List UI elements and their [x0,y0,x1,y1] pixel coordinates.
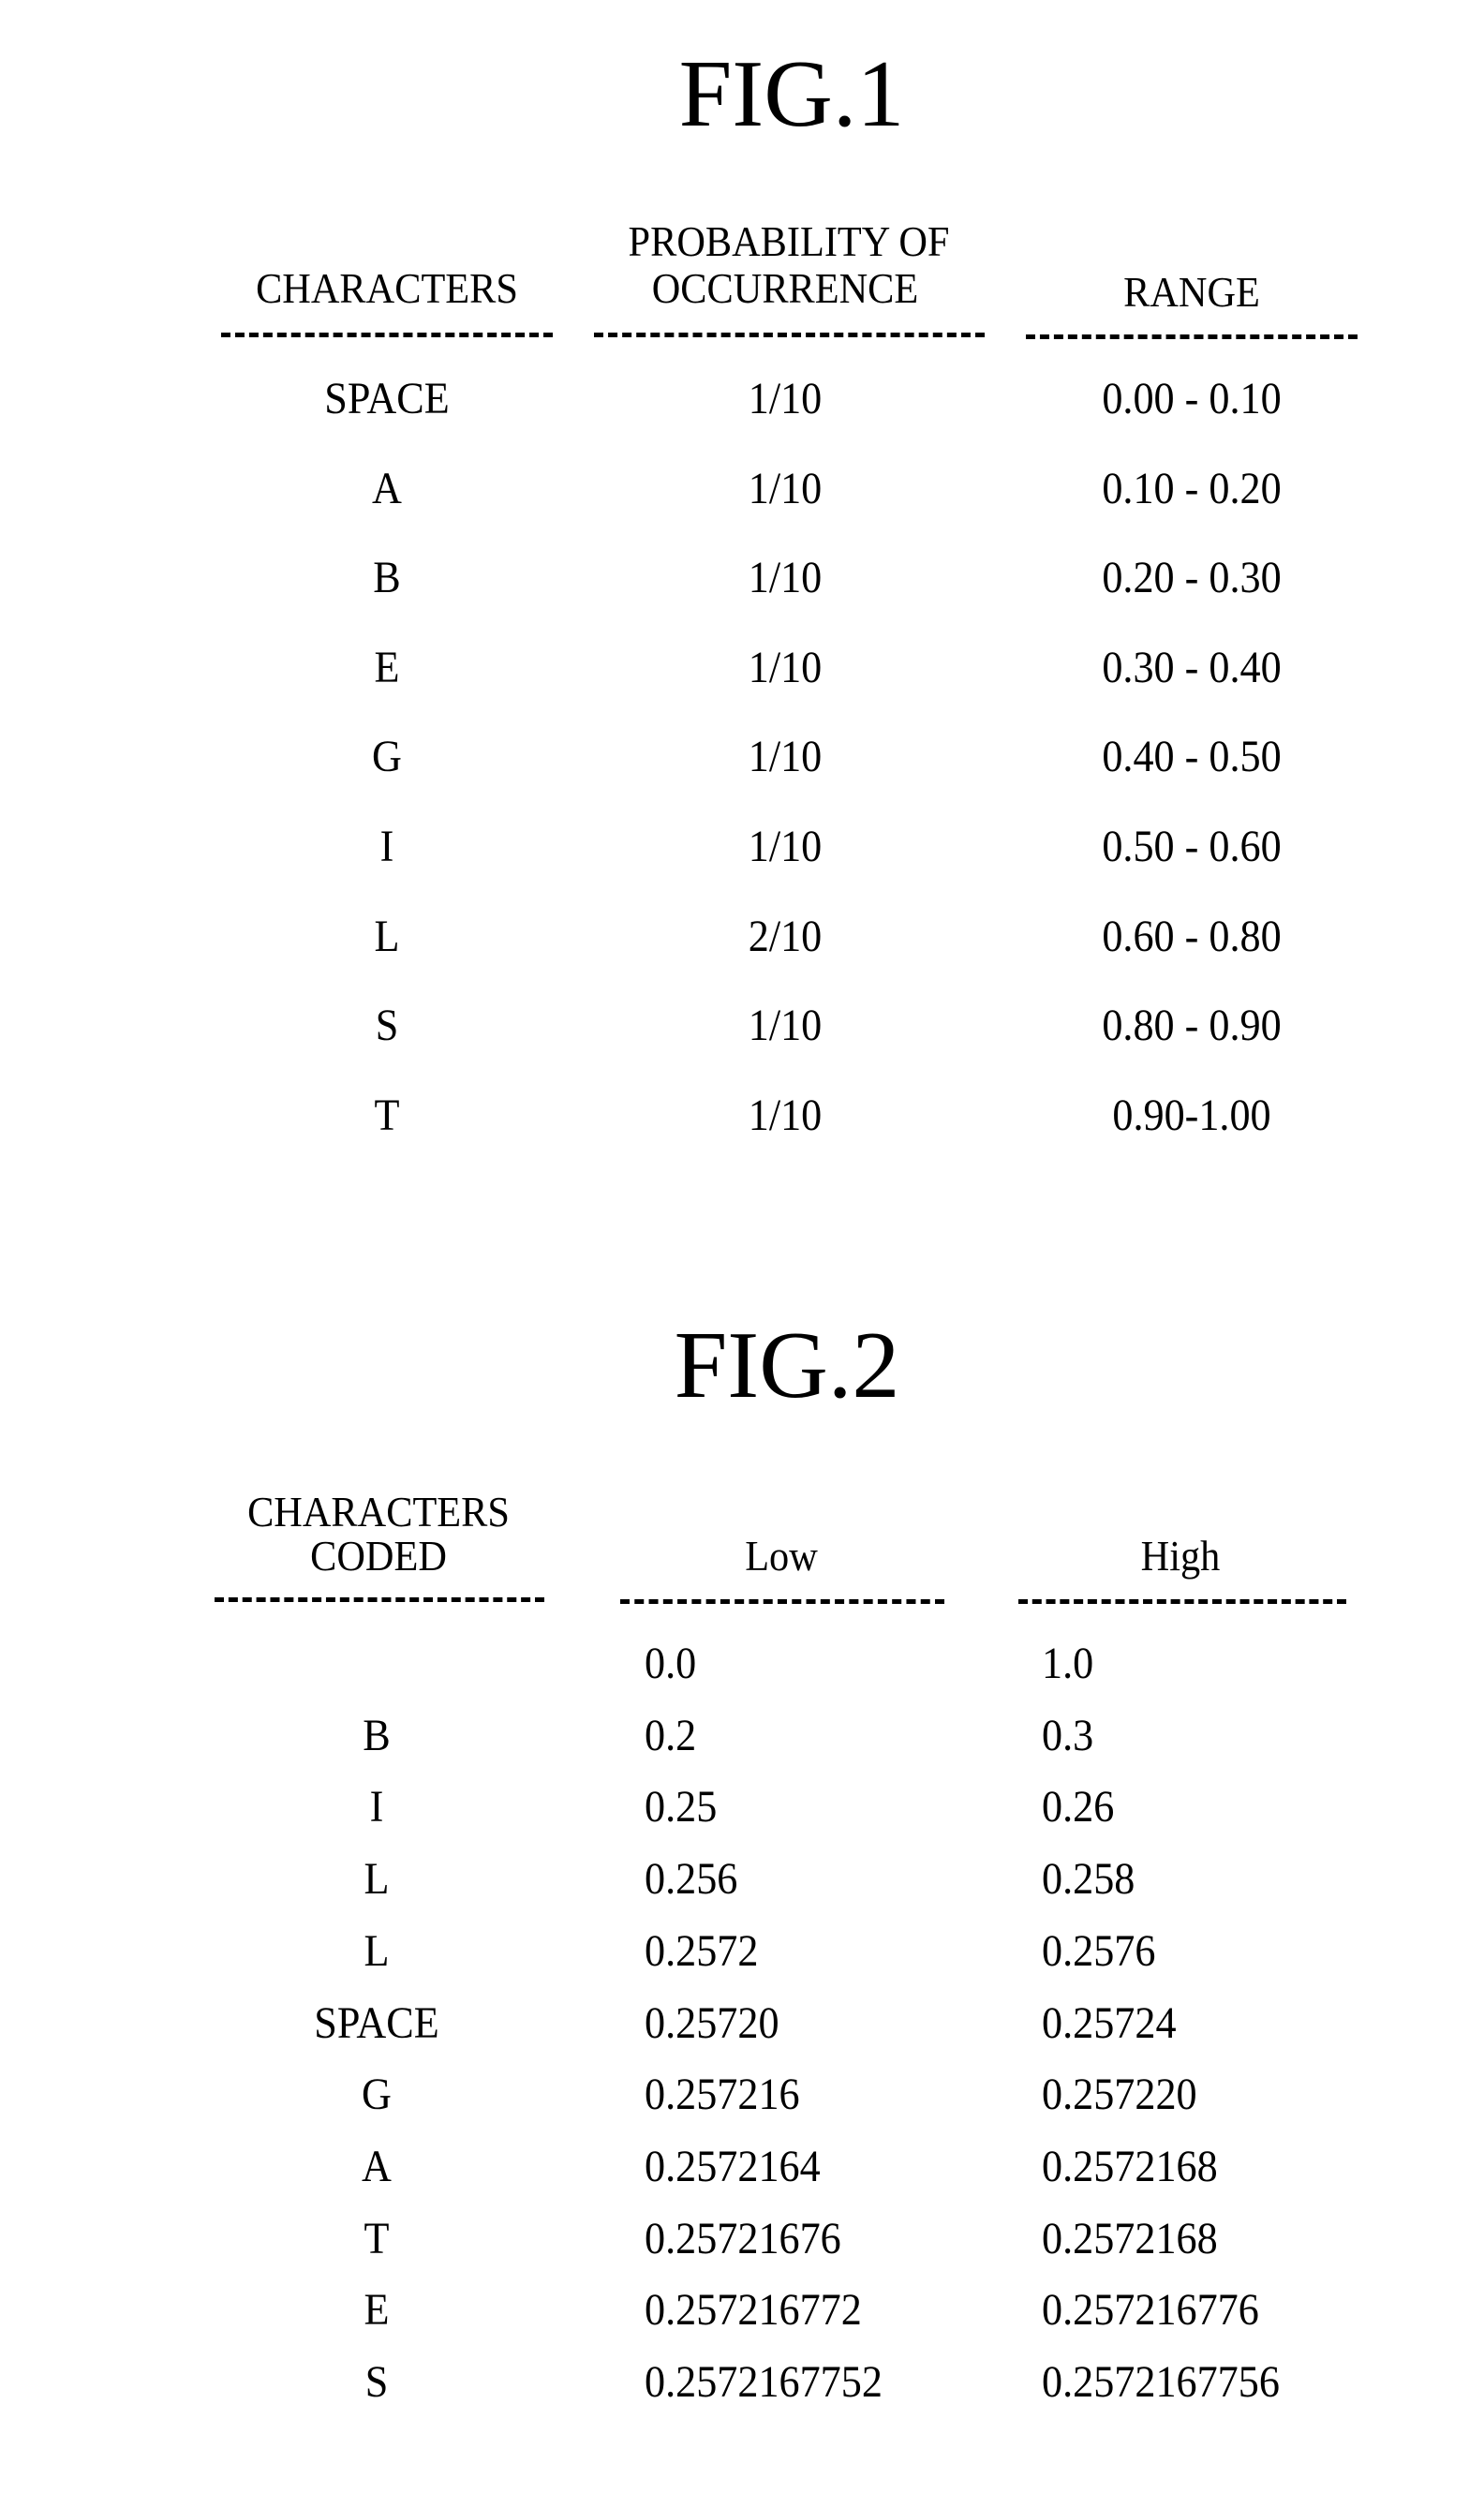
fig1-cell-character: G [372,732,402,782]
fig2-cell-low: 0.2 [645,1710,697,1760]
fig1-cell-character: A [372,463,402,513]
fig2-cell-character: B [363,1710,391,1760]
fig1-cell-range: 0.10 - 0.20 [1102,463,1282,513]
fig1-cell-probability: 1/10 [748,732,823,782]
fig2-cell-high: 0.257216776 [1042,2285,1259,2336]
fig2-cell-character: G [362,2070,392,2120]
fig1-cell-character: E [374,642,400,692]
fig1-cell-range: 0.90-1.00 [1112,1090,1271,1140]
fig1-cell-range: 0.50 - 0.60 [1102,822,1282,871]
fig2-header-characters-line2: CODED [310,1532,447,1580]
fig2-cell-high: 0.2572168 [1042,2141,1218,2191]
fig2-cell-high: 0.2576 [1042,1925,1156,1976]
fig2-cell-low: 0.2572164 [645,2141,821,2191]
fig2-cell-character: L [364,1854,390,1905]
fig1-header-probability-line2: OCCURRENCE [651,264,919,312]
fig2-header-high: High [1140,1532,1221,1580]
fig2-divider-high [1018,1599,1346,1604]
fig1-divider-probability [594,333,985,337]
fig1-cell-probability: 1/10 [748,1001,823,1051]
fig1-cell-character: SPACE [324,374,450,423]
fig2-cell-low: 0.2572167752 [645,2357,883,2407]
fig1-cell-range: 0.60 - 0.80 [1102,911,1282,961]
fig1-cell-range: 0.80 - 0.90 [1102,1001,1282,1051]
fig1-divider-range [1026,334,1358,339]
fig2-cell-high: 0.258 [1042,1854,1135,1905]
fig2-cell-low: 0.257216 [645,2070,800,2120]
fig1-title: FIG.1 [678,41,905,147]
fig2-cell-character: E [364,2285,390,2336]
fig2-divider-characters [215,1597,544,1602]
fig2-cell-high: 0.2572167756 [1042,2357,1280,2407]
fig1-cell-character: B [373,553,401,603]
fig2-header-characters-line1: CHARACTERS [247,1488,510,1536]
fig2-cell-character: I [369,1782,384,1833]
fig2-cell-low: 0.2572 [645,1925,759,1976]
fig1-cell-range: 0.30 - 0.40 [1102,642,1282,692]
fig1-header-range: RANGE [1123,268,1260,316]
fig2-cell-character: S [364,2357,389,2407]
fig1-cell-probability: 1/10 [748,642,823,692]
fig2-cell-high: 0.257220 [1042,2070,1197,2120]
fig2-cell-low: 0.25 [645,1782,718,1833]
fig1-cell-range: 0.20 - 0.30 [1102,553,1282,603]
fig1-cell-character: L [374,911,400,961]
fig1-cell-probability: 1/10 [748,463,823,513]
fig2-cell-low: 0.25720 [645,1997,779,2048]
fig1-cell-probability: 1/10 [748,822,823,871]
fig1-cell-probability: 2/10 [748,911,823,961]
fig1-cell-character: S [375,1001,399,1051]
fig2-cell-low: 0.0 [645,1639,697,1688]
fig2-cell-high: 0.26 [1042,1782,1115,1833]
fig2-title: FIG.2 [674,1313,900,1418]
fig2-cell-character: L [364,1925,390,1976]
fig2-cell-character: A [362,2141,392,2191]
fig2-cell-high: 0.2572168 [1042,2213,1218,2263]
fig1-divider-characters [221,333,553,337]
fig1-header-characters: CHARACTERS [256,264,518,312]
fig2-cell-high: 0.25724 [1042,1997,1177,2048]
fig2-cell-low: 0.25721676 [645,2213,841,2263]
fig2-divider-low [620,1599,944,1604]
fig2-cell-character: T [364,2213,390,2263]
fig2-cell-high: 1.0 [1042,1639,1094,1688]
fig1-cell-probability: 1/10 [748,1090,823,1140]
fig2-cell-character: SPACE [314,1997,439,2048]
fig2-cell-low: 0.257216772 [645,2285,862,2336]
fig1-cell-probability: 1/10 [748,374,823,423]
fig1-cell-character: T [374,1090,400,1140]
fig1-cell-range: 0.40 - 0.50 [1102,732,1282,782]
fig1-header-probability-line1: PROBABILITY OF [628,217,950,265]
fig2-cell-low: 0.256 [645,1854,738,1905]
fig2-cell-high: 0.3 [1042,1710,1094,1760]
fig2-header-low: Low [745,1532,818,1580]
fig1-cell-range: 0.00 - 0.10 [1102,374,1282,423]
fig1-cell-character: I [379,822,394,871]
fig1-cell-probability: 1/10 [748,553,823,603]
